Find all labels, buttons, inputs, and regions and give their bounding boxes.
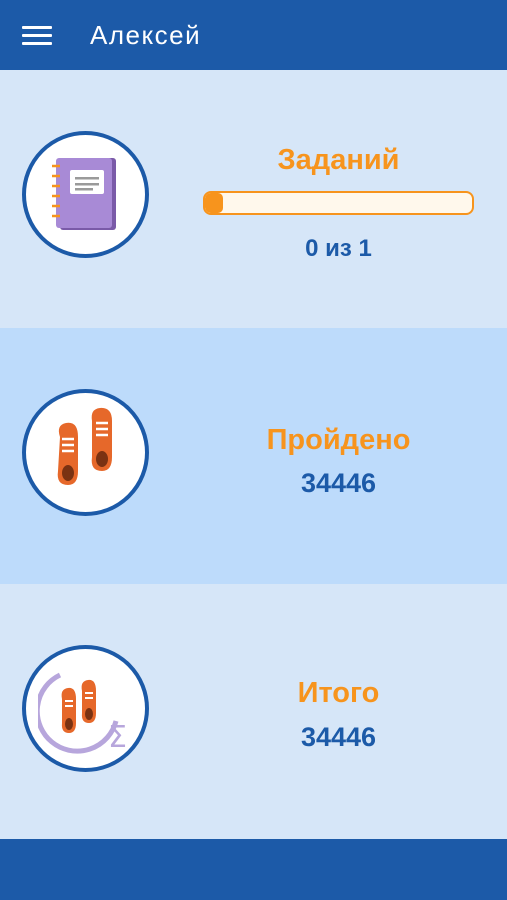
menu-line xyxy=(22,42,52,45)
tasks-card[interactable]: Заданий 0 из 1 xyxy=(0,70,507,328)
tasks-value: 0 из 1 xyxy=(305,235,372,262)
total-value: 34446 xyxy=(300,722,377,752)
passed-value: 34446 xyxy=(300,468,377,498)
passed-label: Пройдено xyxy=(266,424,411,456)
svg-text:Σ: Σ xyxy=(108,720,127,755)
hamburger-menu-icon[interactable] xyxy=(22,24,56,46)
sneakers-sum-icon: Σ xyxy=(22,645,149,772)
passed-card[interactable]: Пройдено 34446 xyxy=(0,328,507,584)
app-bar-title: Алексей xyxy=(90,20,202,50)
total-card[interactable]: Σ Итого 34446 xyxy=(0,584,507,839)
tasks-label: Заданий xyxy=(277,144,400,176)
sneakers-icon xyxy=(22,389,149,516)
menu-line xyxy=(22,34,52,37)
notebook-icon xyxy=(22,131,149,258)
tasks-progress-bar xyxy=(203,191,474,215)
app-bar: Алексей xyxy=(0,0,507,70)
tasks-progress-fill xyxy=(205,193,223,213)
menu-line xyxy=(22,26,52,29)
bottom-bar xyxy=(0,839,507,900)
total-label: Итого xyxy=(297,677,380,709)
